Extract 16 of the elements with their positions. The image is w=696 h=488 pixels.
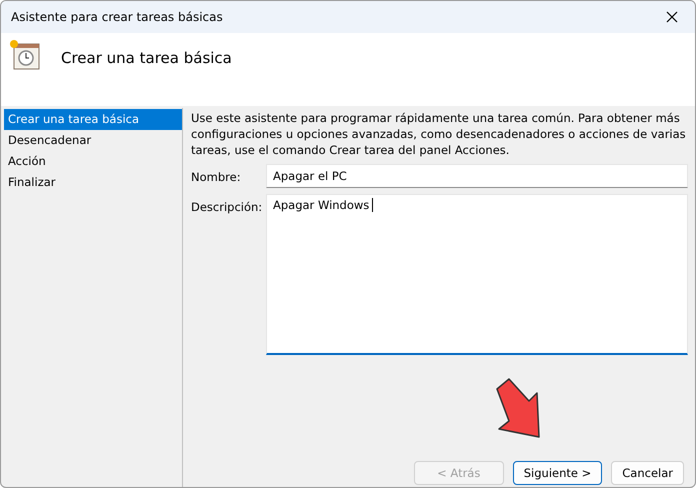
step-item[interactable]: Finalizar: [4, 172, 182, 193]
step-item[interactable]: Crear una tarea básica: [4, 109, 182, 130]
name-field[interactable]: Apagar el PC: [266, 164, 688, 188]
text-cursor: [372, 198, 374, 212]
cancel-button[interactable]: Cancelar: [611, 461, 684, 485]
field-label: Descripción:: [191, 199, 264, 216]
header-title: Crear una tarea básica: [61, 49, 232, 67]
field-label: Nombre:: [191, 169, 242, 186]
intro-text: Use este asistente para programar rápidamente una tarea común. Para obtener más configuraciones u opciones avanzadas, como desencadenadores o acciones de varias tareas, use el comando Crear tarea del panel Acciones.: [191, 110, 687, 158]
close-icon: [666, 11, 678, 23]
description-field[interactable]: Apagar Windows: [266, 194, 688, 355]
next-button[interactable]: Siguiente >: [512, 461, 602, 485]
step-item[interactable]: Desencadenar: [4, 130, 182, 151]
step-item[interactable]: Acción: [4, 151, 182, 172]
calendar-clock-icon: [9, 39, 41, 71]
window-title: Asistente para crear tareas básicas: [11, 10, 223, 24]
